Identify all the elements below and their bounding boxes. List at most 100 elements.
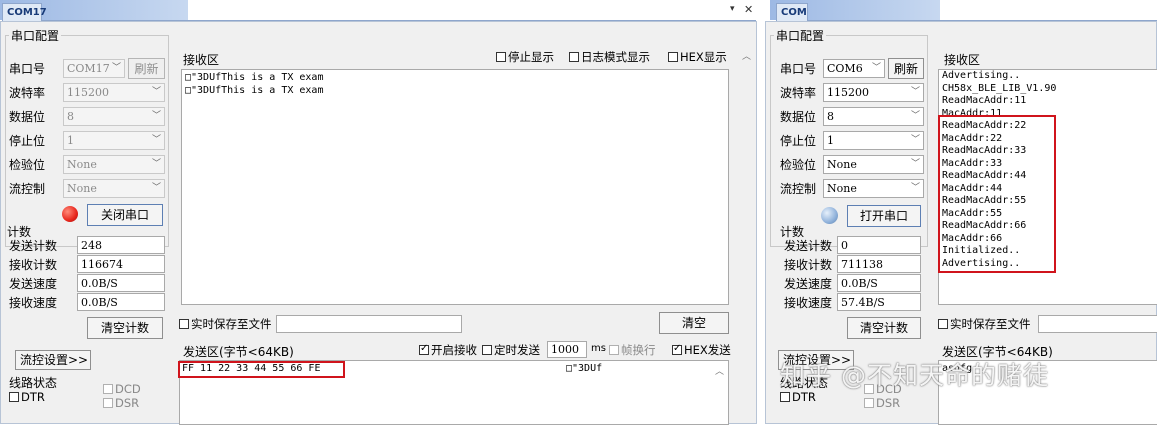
rx-speed-label: 接收速度 (784, 296, 833, 310)
baud-label: 波特率 (9, 86, 46, 100)
port-status-led-icon (62, 206, 78, 222)
parity-label: 检验位 (9, 158, 46, 172)
baud-select[interactable]: 115200 ﹀ (63, 83, 165, 102)
chevron-down-icon: ﹀ (871, 63, 881, 73)
checkbox-icon (419, 343, 429, 355)
rx-count-value: 116674 (77, 255, 165, 273)
parity-select[interactable]: None ﹀ (63, 155, 165, 174)
open-port-button[interactable]: 打开串口 (847, 205, 921, 227)
receive-line: CH58x_BLE_LIB_V1.90 (942, 82, 1057, 94)
checkbox-icon (672, 343, 682, 355)
parity-label: 检验位 (780, 158, 817, 172)
refresh-button[interactable]: 刷新 (888, 58, 924, 79)
log-mode-checkbox[interactable]: 日志模式显示 (569, 49, 650, 65)
chevron-down-icon: ﹀ (910, 135, 920, 145)
chevron-down-icon: ﹀ (111, 63, 121, 73)
save-file-checkbox[interactable]: 实时保存至文件 (938, 316, 1031, 332)
checkbox-icon (569, 52, 579, 62)
save-file-path-input[interactable] (276, 315, 462, 333)
scroll-up-icon[interactable]: ︿ (742, 49, 751, 62)
receive-line: □"3DUfThis is a TX exam (185, 84, 324, 96)
timed-send-checkbox[interactable]: 定时发送 (482, 342, 540, 358)
hex-display-checkbox[interactable]: HEX显示 (668, 49, 727, 65)
close-icon[interactable]: ✕ (744, 3, 753, 16)
tx-speed-value: 0.0B/S (837, 274, 921, 292)
ms-unit-label: ms (591, 343, 606, 354)
port-select[interactable]: COM6 ﹀ (823, 59, 885, 78)
tx-speed-label: 发送速度 (784, 277, 833, 291)
scroll-up-icon[interactable]: ︿ (715, 364, 724, 377)
highlight-send-box (178, 361, 345, 378)
interval-input[interactable]: 1000 (547, 341, 587, 358)
stopbits-select[interactable]: 1 ﹀ (63, 131, 165, 150)
close-port-button[interactable]: 关闭串口 (87, 204, 163, 226)
checkbox-icon (864, 398, 874, 408)
databits-select[interactable]: 8 ﹀ (823, 107, 924, 126)
stop-display-checkbox[interactable]: 停止显示 (496, 49, 554, 65)
serial-config-label: 串口配置 (9, 27, 62, 44)
tx-count-label: 发送计数 (9, 239, 58, 253)
checkbox-icon (668, 52, 678, 62)
baud-select[interactable]: 115200 ﹀ (823, 83, 924, 102)
receive-text-area[interactable]: □"3DUfThis is a TX exam □"3DUfThis is a … (181, 69, 729, 305)
dcd-indicator: DCD (103, 382, 141, 396)
flow-settings-button[interactable]: 流控设置>> (15, 350, 91, 370)
chevron-down-icon: ﹀ (910, 111, 920, 121)
port-select[interactable]: COM17 ﹀ (63, 59, 125, 78)
tx-speed-label: 发送速度 (9, 277, 58, 291)
receive-area-title: 接收区 (944, 53, 981, 67)
dsr-indicator: DSR (864, 396, 900, 410)
chevron-down-icon: ﹀ (910, 87, 920, 97)
save-file-path-input[interactable] (1038, 315, 1157, 333)
line-status-label: 线路状态 (9, 376, 58, 390)
enable-receive-checkbox[interactable]: 开启接收 (419, 342, 477, 358)
checkbox-icon (938, 319, 948, 329)
parity-select[interactable]: None ﹀ (823, 155, 924, 174)
stopbits-label: 停止位 (780, 134, 817, 148)
port-label: 串口号 (780, 62, 817, 76)
tx-speed-value: 0.0B/S (77, 274, 165, 292)
flow-label: 流控制 (9, 182, 46, 196)
dtr-checkbox[interactable]: DTR (780, 390, 816, 404)
tx-count-value: 248 (77, 236, 165, 254)
save-file-checkbox[interactable]: 实时保存至文件 (179, 316, 272, 332)
tx-count-value: 0 (837, 236, 921, 254)
clear-counters-button[interactable]: 清空计数 (87, 317, 163, 339)
checkbox-icon (103, 398, 113, 408)
checkbox-icon (9, 392, 19, 402)
dtr-checkbox[interactable]: DTR (9, 390, 45, 404)
serial-config-label: 串口配置 (774, 27, 827, 44)
checkbox-icon (179, 319, 189, 329)
checkbox-icon (482, 345, 492, 355)
tab-menu-icon[interactable]: ▾ (730, 4, 735, 14)
refresh-button[interactable]: 刷新 (128, 58, 165, 79)
receive-area-title: 接收区 (183, 53, 220, 67)
rx-speed-label: 接收速度 (9, 296, 58, 310)
port-label: 串口号 (9, 62, 46, 76)
stopbits-label: 停止位 (9, 134, 46, 148)
hex-send-checkbox[interactable]: HEX发送 (672, 342, 731, 358)
tab-com17[interactable]: COM17 (2, 3, 47, 21)
port-status-led-icon (821, 207, 838, 224)
clear-receive-button[interactable]: 清空 (659, 312, 729, 334)
rx-count-label: 接收计数 (9, 258, 58, 272)
databits-label: 数据位 (780, 110, 817, 124)
tx-count-label: 发送计数 (784, 239, 833, 253)
rx-speed-value: 57.4B/S (837, 293, 921, 311)
rx-speed-value: 0.0B/S (77, 293, 165, 311)
frame-newline-checkbox[interactable]: 帧换行 (609, 342, 656, 358)
flow-select[interactable]: None ﹀ (823, 179, 924, 198)
stopbits-select[interactable]: 1 ﹀ (823, 131, 924, 150)
send-echo-text: □"3DUf (566, 363, 603, 374)
dsr-indicator: DSR (103, 396, 139, 410)
chevron-down-icon: ﹀ (151, 111, 161, 121)
rx-count-label: 接收计数 (784, 258, 833, 272)
flow-select[interactable]: None ﹀ (63, 179, 165, 198)
watermark-text: 知乎 @不知天命的赌徒 (780, 361, 1049, 390)
receive-line: ReadMacAddr:11 (942, 95, 1027, 106)
databits-select[interactable]: 8 ﹀ (63, 107, 165, 126)
tab-com[interactable]: COM (776, 3, 808, 21)
clear-counters-button[interactable]: 清空计数 (847, 317, 921, 339)
checkbox-icon (609, 345, 619, 355)
flow-label: 流控制 (780, 182, 817, 196)
